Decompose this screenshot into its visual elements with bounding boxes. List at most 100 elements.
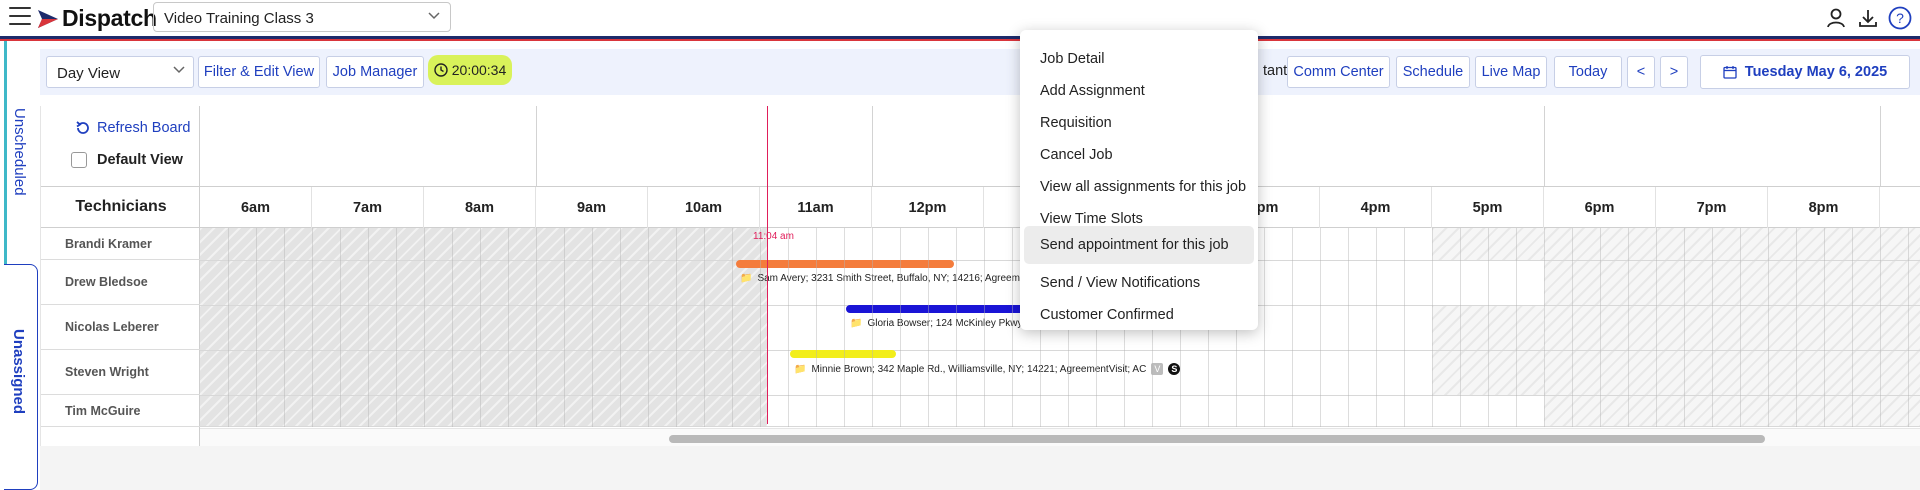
technician-row[interactable]: Brandi Kramer: [41, 228, 201, 260]
tab-unassigned-label: Unassigned: [10, 329, 27, 415]
user-icon[interactable]: [1824, 6, 1848, 30]
folder-icon: 📁: [740, 273, 753, 284]
grid-line: [536, 228, 537, 427]
hour-label: 5pm: [1432, 187, 1544, 228]
grid-line: [1572, 228, 1573, 427]
assistant-label-partial: tant: [1263, 63, 1288, 79]
hour-label: 8am: [424, 187, 536, 228]
calendar-icon: [1723, 66, 1737, 79]
grid-line: [1824, 228, 1825, 427]
grid-line: [704, 228, 705, 427]
grid-line: [1852, 228, 1853, 427]
today-button[interactable]: Today: [1554, 56, 1622, 88]
grid-line: [1320, 228, 1321, 427]
company-select[interactable]: Video Training Class 3: [153, 2, 451, 32]
horizontal-scrollbar[interactable]: [200, 428, 1920, 446]
menu-item-send-appointment[interactable]: Send appointment for this job: [1024, 226, 1254, 264]
grid-line: [788, 228, 789, 427]
job-manager-button[interactable]: Job Manager: [326, 56, 424, 88]
hour-label: 8pm: [1768, 187, 1880, 228]
hamburger-menu-icon[interactable]: [9, 7, 31, 27]
grid-line: [1292, 228, 1293, 427]
grid-line: [872, 228, 873, 427]
grid-line: [844, 228, 845, 427]
job-bar-drew[interactable]: [736, 260, 954, 268]
grid-line: [1684, 228, 1685, 427]
grid-line: [1600, 228, 1601, 427]
technician-column: Refresh Board Default View Technicians B…: [40, 106, 201, 446]
prev-day-button[interactable]: <: [1627, 56, 1655, 88]
job-bar-steven[interactable]: [790, 350, 896, 358]
hour-label: 10am: [648, 187, 760, 228]
hour-label: 4pm: [1320, 187, 1432, 228]
chevron-down-icon: [173, 66, 185, 74]
grid-line: [816, 228, 817, 427]
default-view-checkbox[interactable]: [71, 152, 87, 168]
next-day-button[interactable]: >: [1660, 56, 1688, 88]
grid-line: [1768, 228, 1769, 427]
top-icons: ?: [1824, 6, 1912, 30]
grid-line: [1880, 228, 1881, 427]
menu-item-customer-confirmed[interactable]: Customer Confirmed: [1024, 296, 1254, 334]
folder-icon: 📁: [794, 363, 807, 375]
grid-line: [256, 228, 257, 427]
current-time-label: 11:04 am: [753, 231, 794, 242]
job-text: Gloria Bowser; 124 McKinley Pkwy,: [867, 318, 1025, 329]
grid-divider: [536, 106, 537, 186]
refresh-board-button[interactable]: Refresh Board: [75, 120, 191, 136]
grid-line: [312, 228, 313, 427]
date-value: Tuesday May 6, 2025: [1744, 64, 1888, 80]
comm-center-button[interactable]: Comm Center: [1287, 56, 1390, 88]
hour-label: 12pm: [872, 187, 984, 228]
grid-line: [1264, 228, 1265, 427]
visit-badge: V: [1151, 363, 1164, 375]
date-picker-button[interactable]: Tuesday May 6, 2025: [1700, 55, 1910, 89]
chevron-down-icon: [428, 12, 440, 20]
technician-row[interactable]: Steven Wright: [41, 350, 201, 395]
grid-line: [424, 228, 425, 427]
job-label-steven[interactable]: 📁 Minnie Brown; 342 Maple Rd., Williamsv…: [794, 363, 1181, 375]
grid-line: [1432, 228, 1433, 427]
folder-icon: 📁: [850, 318, 863, 329]
job-bar-nicolas[interactable]: [846, 305, 1036, 313]
grid-line: [368, 228, 369, 427]
help-icon[interactable]: ?: [1888, 6, 1912, 30]
grid-line: [564, 228, 565, 427]
technician-row[interactable]: Drew Bledsoe: [41, 260, 201, 305]
grid-line: [1544, 228, 1545, 427]
row-divider: [200, 350, 1920, 351]
grid-line: [648, 228, 649, 427]
hour-label: 9am: [536, 187, 648, 228]
technician-row[interactable]: Tim McGuire: [41, 395, 201, 427]
filter-edit-view-button[interactable]: Filter & Edit View: [198, 56, 320, 88]
scrollbar-thumb[interactable]: [669, 435, 1765, 443]
live-map-button[interactable]: Live Map: [1475, 56, 1547, 88]
tab-unassigned[interactable]: Unassigned: [4, 264, 38, 490]
download-icon[interactable]: [1856, 6, 1880, 30]
hour-label: 7pm: [1656, 187, 1768, 228]
grid-line: [1376, 228, 1377, 427]
technicians-header: Technicians: [41, 186, 201, 228]
technician-row[interactable]: Nicolas Leberer: [41, 305, 201, 350]
grid-line: [1488, 228, 1489, 427]
timer-badge: 20:00:34: [428, 55, 512, 85]
job-label-drew[interactable]: 📁 Sam Avery; 3231 Smith Street, Buffalo,…: [740, 273, 1031, 284]
grid-line: [1740, 228, 1741, 427]
schedule-button[interactable]: Schedule: [1396, 56, 1470, 88]
tab-unscheduled[interactable]: Unscheduled: [7, 48, 37, 258]
job-label-nicolas[interactable]: 📁 Gloria Bowser; 124 McKinley Pkwy,: [850, 318, 1025, 329]
board-footer: [40, 446, 1920, 490]
job-context-menu: Job Detail Add Assignment Requisition Ca…: [1020, 30, 1258, 330]
view-select-value: Day View: [57, 65, 121, 82]
grid-line: [1712, 228, 1713, 427]
hour-label: 7am: [312, 187, 424, 228]
dispatch-board: Refresh Board Default View Technicians B…: [40, 106, 1920, 446]
view-select[interactable]: Day View: [46, 56, 194, 88]
default-view-label: Default View: [97, 152, 183, 168]
grid-line: [1012, 228, 1013, 427]
grid-line: [1516, 228, 1517, 427]
job-text: Sam Avery; 3231 Smith Street, Buffalo, N…: [757, 273, 1032, 284]
grid-divider: [872, 106, 873, 186]
company-select-value: Video Training Class 3: [164, 10, 314, 27]
grid-line: [620, 228, 621, 427]
